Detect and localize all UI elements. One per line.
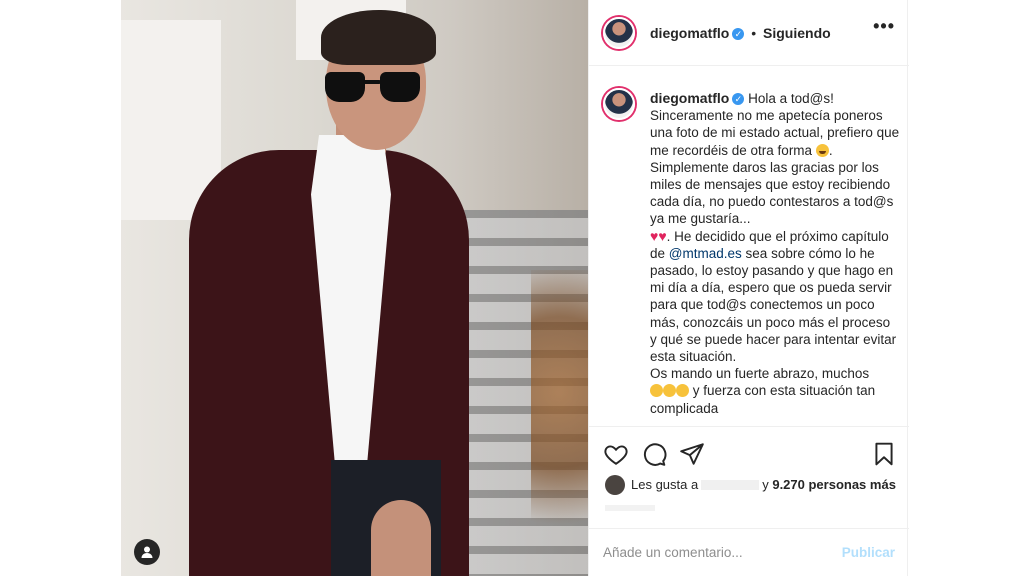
post-timestamp-placeholder bbox=[605, 505, 655, 511]
face-emoji-icon bbox=[663, 384, 676, 398]
heart-icon[interactable] bbox=[603, 441, 629, 467]
comment-input[interactable]: Añade un comentario... bbox=[603, 545, 743, 560]
likes-count[interactable]: 9.270 personas más bbox=[772, 477, 896, 492]
mention-link[interactable]: @mtmad.es bbox=[669, 246, 742, 261]
avatar[interactable] bbox=[603, 17, 635, 49]
sunglasses bbox=[325, 72, 425, 104]
red-heart-emoji-icon: ♥ bbox=[658, 227, 667, 244]
caption-text: diegomatflo ✓ Hola a tod@s! Sinceramente … bbox=[650, 90, 900, 417]
face-emoji-icon bbox=[676, 384, 689, 398]
comment-bar: Añade un comentario... Publicar bbox=[589, 528, 909, 576]
background-plant bbox=[531, 270, 588, 576]
verified-icon: ✓ bbox=[732, 28, 745, 40]
publish-button[interactable]: Publicar bbox=[842, 545, 895, 560]
post-side-panel: diegomatflo ✓ • Siguiendo ••• diegomatflo… bbox=[588, 0, 909, 576]
caption-line: Hola a tod@s! bbox=[748, 91, 834, 106]
caption-area: diegomatflo ✓ Hola a tod@s! Sinceramente … bbox=[589, 66, 909, 426]
hand bbox=[371, 500, 431, 576]
liker-avatar bbox=[605, 475, 625, 495]
comment-icon[interactable] bbox=[641, 441, 667, 467]
likes-prefix: Les gusta a bbox=[631, 477, 699, 492]
hair bbox=[321, 10, 436, 65]
caption-username[interactable]: diegomatflo bbox=[650, 90, 729, 106]
more-icon[interactable]: ••• bbox=[873, 16, 895, 37]
post-header: diegomatflo ✓ • Siguiendo ••• bbox=[589, 0, 909, 66]
caption-line: Sinceramente no me apetecía poneros una … bbox=[650, 108, 900, 158]
face-emoji-icon bbox=[650, 384, 663, 398]
bookmark-icon[interactable] bbox=[871, 441, 897, 467]
verified-icon: ✓ bbox=[732, 93, 745, 105]
likes-summary[interactable]: Les gusta a y 9.270 personas más bbox=[605, 475, 896, 495]
caption-line: sea sobre cómo lo he pasado, lo estoy pa… bbox=[650, 245, 897, 365]
blurred-username bbox=[701, 480, 760, 490]
share-icon[interactable] bbox=[679, 441, 705, 467]
header-username[interactable]: diegomatflo bbox=[650, 25, 729, 41]
header-user-line: diegomatflo ✓ • Siguiendo bbox=[650, 25, 831, 41]
following-button[interactable]: Siguiendo bbox=[763, 25, 831, 41]
likes-suffix: y bbox=[762, 477, 769, 492]
caption-line: Os mando un fuerte abrazo, muchos bbox=[650, 366, 870, 382]
post-photo[interactable] bbox=[121, 0, 588, 576]
sweat-smile-emoji-icon bbox=[815, 143, 829, 157]
user-tag-icon[interactable] bbox=[134, 539, 160, 565]
separator-dot: • bbox=[751, 25, 757, 41]
caption-avatar[interactable] bbox=[603, 88, 635, 120]
